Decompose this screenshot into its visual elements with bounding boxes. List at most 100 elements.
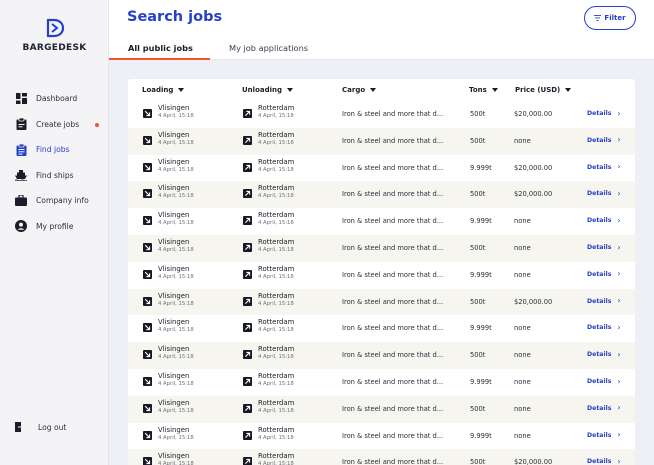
table-row[interactable]: Vlisingen 4 April, 15:18 Rotterdam 4 April,… xyxy=(128,127,635,155)
price-cell: none xyxy=(514,378,531,386)
details-link[interactable]: Details › xyxy=(587,216,621,225)
logout-label: Log out xyxy=(38,422,67,432)
jobs-table: Loading Unloading Cargo Tons Price (USD)… xyxy=(128,79,635,465)
sidebar-item-company-info[interactable]: Company info xyxy=(0,188,109,214)
sort-down-icon xyxy=(370,88,377,92)
price-cell: none xyxy=(514,431,531,440)
price-cell: none xyxy=(514,404,531,413)
loading-port: Vlisingen xyxy=(158,452,190,461)
arrow-down-right-icon xyxy=(143,377,152,386)
unloading-port: Rotterdam xyxy=(258,104,295,112)
loading-date: 4 April, 15:18 xyxy=(158,247,194,253)
column-header-tons[interactable]: Tons xyxy=(469,86,498,94)
table-row[interactable]: Vlisingen 4 April, 15:18 Rotterdam 4 April,… xyxy=(128,288,635,316)
sidebar-item-find-jobs[interactable]: Find jobs xyxy=(0,137,109,163)
cargo-cell: Iron & steel and more that d... xyxy=(342,458,444,465)
unloading-cell: Rotterdam 4 April, 15:18 xyxy=(258,184,294,199)
chevron-right-icon: › xyxy=(617,269,621,279)
sidebar-item-label: Find ships xyxy=(36,170,74,180)
chevron-right-icon: › xyxy=(617,242,621,252)
tons-cell: 9.999t xyxy=(470,324,492,333)
unloading-date: 4 April, 15:18 xyxy=(258,300,294,307)
column-header-unloading[interactable]: Unloading xyxy=(242,86,294,94)
details-link[interactable]: Details › xyxy=(587,350,621,358)
table-row[interactable]: Vlisingen 4 April, 15:18 Rotterdam 4 April,… xyxy=(128,395,635,423)
table-row[interactable]: Vlisingen 4 April, 15:18 Rotterdam 4 April,… xyxy=(128,181,635,209)
details-link[interactable]: Details › xyxy=(587,269,621,279)
details-link[interactable]: Details › xyxy=(587,404,621,412)
loading-cell: Vlisingen 4 April, 15:18 xyxy=(158,104,194,119)
details-label: Details xyxy=(587,297,612,305)
cargo-cell: Iron & steel and more that d... xyxy=(342,431,444,440)
price-cell: none xyxy=(514,136,531,145)
sidebar-item-create-jobs[interactable]: Create jobs xyxy=(0,112,109,138)
loading-date: 4 April, 15:18 xyxy=(158,354,194,361)
table-row[interactable]: Vlisingen 4 April, 15:18 Rotterdam 4 April,… xyxy=(128,449,635,465)
details-link[interactable]: Details › xyxy=(587,163,621,171)
brand-name: BARGEDESK xyxy=(22,43,87,53)
table-row[interactable]: Vlisingen 4 April, 15:18 Rotterdam 4 April,… xyxy=(128,101,635,128)
arrow-up-right-icon xyxy=(243,403,252,413)
table-row[interactable]: Vlisingen 4 April, 15:18 Rotterdam 4 April,… xyxy=(128,369,635,396)
loading-date: 4 April, 15:18 xyxy=(158,407,194,414)
unloading-date: 4 April, 15:18 xyxy=(258,113,294,119)
unloading-cell: Rotterdam 4 April, 15:18 xyxy=(258,211,294,226)
details-link[interactable]: Details › xyxy=(587,109,621,117)
details-link[interactable]: Details › xyxy=(587,242,621,252)
unloading-port: Rotterdam xyxy=(258,291,295,300)
cargo-cell: Iron & steel and more that d... xyxy=(342,378,444,386)
arrow-down-right-icon xyxy=(143,109,152,118)
arrow-up-right-icon xyxy=(243,109,252,118)
details-link[interactable]: Details › xyxy=(587,135,621,145)
column-header-price[interactable]: Price (USD) xyxy=(515,86,572,94)
briefcase-icon xyxy=(15,195,27,207)
column-header-cargo[interactable]: Cargo xyxy=(342,86,377,94)
sidebar-item-my-profile[interactable]: My profile xyxy=(0,214,109,240)
arrow-up-right-icon xyxy=(243,243,252,252)
unloading-cell: Rotterdam 4 April, 15:18 xyxy=(258,292,294,307)
details-link[interactable]: Details › xyxy=(587,431,621,439)
table-row[interactable]: Vlisingen 4 April, 15:18 Rotterdam 4 April,… xyxy=(128,342,635,369)
list-clipboard-icon xyxy=(15,143,27,156)
sidebar-item-label: Company info xyxy=(36,196,89,206)
table-row[interactable]: Vlisingen 4 April, 15:18 Rotterdam 4 April,… xyxy=(128,235,635,262)
table-row[interactable]: Vlisingen 4 April, 15:18 Rotterdam 4 April,… xyxy=(128,423,635,450)
tab-my-job-applications[interactable]: My job applications xyxy=(229,43,308,53)
column-header-loading[interactable]: Loading xyxy=(142,86,185,94)
chevron-right-icon: › xyxy=(617,135,621,145)
details-label: Details xyxy=(587,324,612,332)
arrow-up-right-icon xyxy=(243,135,252,145)
sort-down-icon xyxy=(287,88,294,92)
logout-icon xyxy=(15,422,25,432)
unloading-port: Rotterdam xyxy=(258,211,295,220)
tons-cell: 500t xyxy=(470,404,486,413)
sidebar-item-find-ships[interactable]: Find ships xyxy=(0,163,109,189)
tons-cell: 500t xyxy=(470,110,486,118)
tab-all-public-jobs[interactable]: All public jobs xyxy=(128,43,193,53)
brand-logo[interactable]: BARGEDESK xyxy=(0,18,109,53)
logout-button[interactable]: Log out xyxy=(0,419,109,435)
loading-date: 4 April, 15:18 xyxy=(158,166,194,173)
sidebar-item-label: Dashboard xyxy=(36,94,78,104)
tons-cell: 9.999t xyxy=(470,217,492,226)
details-label: Details xyxy=(587,217,612,225)
arrow-up-right-icon xyxy=(243,323,252,333)
sidebar-item-label: Create jobs xyxy=(36,119,80,129)
filter-button[interactable]: Filter xyxy=(584,6,636,30)
details-link[interactable]: Details › xyxy=(587,297,621,305)
details-label: Details xyxy=(587,190,612,198)
details-link[interactable]: Details › xyxy=(587,457,621,465)
details-link[interactable]: Details › xyxy=(587,189,621,198)
details-link[interactable]: Details › xyxy=(587,323,621,332)
filter-icon xyxy=(594,15,602,21)
table-row[interactable]: Vlisingen 4 April, 15:18 Rotterdam 4 April,… xyxy=(128,155,635,182)
sort-down-icon xyxy=(178,88,185,92)
details-link[interactable]: Details › xyxy=(587,377,621,385)
table-row[interactable]: Vlisingen 4 April, 15:18 Rotterdam 4 April,… xyxy=(128,208,635,235)
table-row[interactable]: Vlisingen 4 April, 15:18 Rotterdam 4 April,… xyxy=(128,315,635,342)
sidebar-item-dashboard[interactable]: Dashboard xyxy=(0,86,109,112)
price-cell: none xyxy=(514,217,531,226)
table-row[interactable]: Vlisingen 4 April, 15:18 Rotterdam 4 April,… xyxy=(128,262,635,289)
loading-cell: Vlisingen 4 April, 15:18 xyxy=(158,318,194,333)
price-cell: $20,000.00 xyxy=(514,110,553,118)
